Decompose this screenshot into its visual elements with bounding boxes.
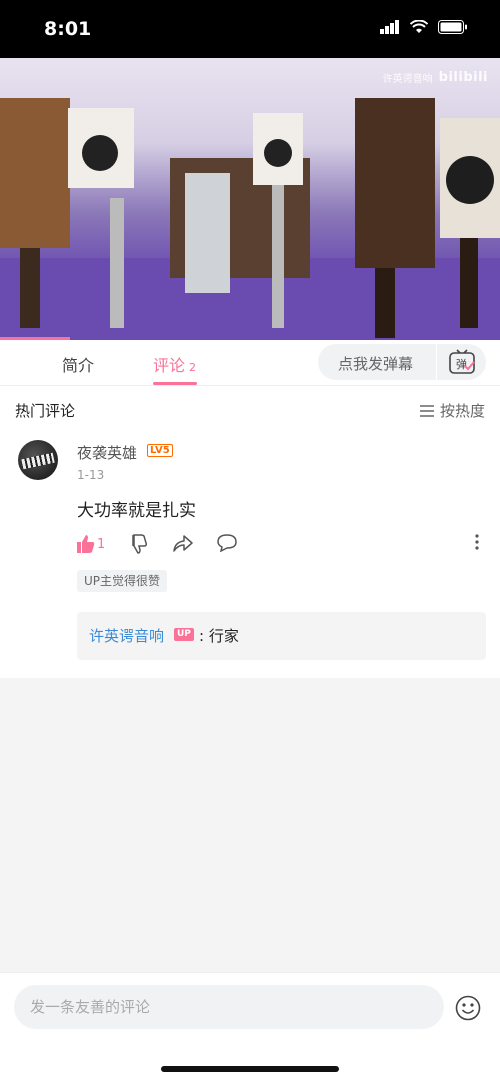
sort-button[interactable]: 按热度 xyxy=(419,400,485,421)
sort-menu-icon xyxy=(419,404,434,417)
danmaku-bar[interactable]: 点我发弹幕 弹 xyxy=(318,344,486,380)
section-title: 热门评论 xyxy=(15,402,76,420)
level-badge: LV5 xyxy=(147,444,173,457)
thumbs-down-icon[interactable] xyxy=(129,534,147,554)
comment-text: 大功率就是扎实 xyxy=(77,501,196,521)
more-options-icon[interactable] xyxy=(475,534,479,550)
status-icons xyxy=(380,20,468,34)
status-bar: 8:01 xyxy=(0,0,500,58)
active-tab-indicator xyxy=(153,382,197,385)
divider xyxy=(436,344,437,380)
danmaku-toggle-icon[interactable]: 弹 xyxy=(448,349,476,375)
emoji-icon[interactable] xyxy=(455,995,481,1021)
up-badge: UP xyxy=(174,628,194,641)
battery-icon xyxy=(438,20,467,34)
sort-label: 按热度 xyxy=(439,402,485,420)
home-indicator xyxy=(161,1066,339,1072)
danmaku-input[interactable]: 点我发弹幕 xyxy=(338,353,413,374)
comment-username[interactable]: 夜袭英雄 xyxy=(77,442,137,463)
cellular-signal-icon xyxy=(380,20,399,34)
comments-section-header: 热门评论 按热度 xyxy=(0,392,500,426)
reply-author[interactable]: 许英谔音响 xyxy=(89,625,164,646)
tab-comments[interactable]: 评论 2 xyxy=(153,352,196,376)
thumbs-up-icon[interactable] xyxy=(77,534,95,554)
empty-area xyxy=(0,678,500,972)
comment-count: 2 xyxy=(189,361,197,374)
tab-intro[interactable]: 简介 xyxy=(62,352,94,376)
video-watermark: 许英谔音响 bilibili xyxy=(383,70,488,85)
status-time: 8:01 xyxy=(44,18,92,40)
comment-input[interactable] xyxy=(14,985,444,1029)
reply-icon[interactable] xyxy=(217,534,237,552)
comment-date: 1-13 xyxy=(77,468,105,482)
video-frame-speakers xyxy=(0,98,500,340)
danmaku-glyph: 弹 xyxy=(456,357,467,371)
up-liked-tag: UP主觉得很赞 xyxy=(77,570,168,592)
reply-preview[interactable]: 许英谔音响 UP : 行家 xyxy=(77,612,486,660)
comment-actions: 1 xyxy=(77,534,487,558)
avatar[interactable] xyxy=(18,440,58,480)
like-count: 1 xyxy=(97,537,106,552)
video-player[interactable]: 许英谔音响 bilibili xyxy=(0,58,500,340)
share-icon[interactable] xyxy=(173,534,193,552)
wifi-icon xyxy=(410,20,428,33)
watermark-text: 许英谔音响 xyxy=(382,74,433,85)
tab-comments-label: 评论 xyxy=(153,356,186,375)
reply-text: : 行家 xyxy=(199,627,239,645)
bilibili-logo: bilibili xyxy=(438,70,488,85)
